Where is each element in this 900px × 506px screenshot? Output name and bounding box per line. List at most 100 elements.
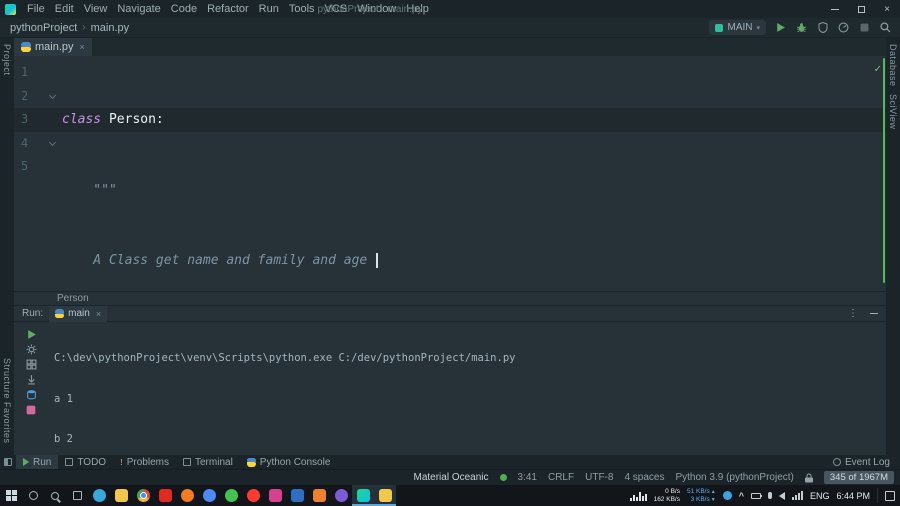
debug-button[interactable] [795, 21, 808, 34]
menu-code[interactable]: Code [166, 0, 202, 18]
upload-speed: 51 KB/s▲ [686, 487, 716, 495]
down-arrow-icon: ▼ [710, 496, 716, 503]
chrome-icon[interactable] [132, 485, 154, 506]
action-center-icon[interactable] [885, 485, 895, 506]
encoding-indicator[interactable]: UTF-8 [585, 472, 613, 483]
event-log-icon [832, 458, 841, 466]
breadcrumb-project[interactable]: pythonProject [8, 22, 79, 34]
firefox-icon[interactable] [176, 485, 198, 506]
tool-window-problems[interactable]: ! Problems [113, 455, 176, 469]
inspections-ok-icon[interactable]: ✓ [874, 62, 881, 75]
tool-window-label: Python Console [259, 456, 331, 468]
opera-icon[interactable] [242, 485, 264, 506]
tool-window-label: Problems [126, 456, 169, 468]
indent-indicator[interactable]: 4 spaces [624, 472, 664, 483]
taskbar-clock[interactable]: 6:44 PM [836, 491, 870, 501]
line-number: 1 [21, 65, 29, 79]
editor-breadcrumb-bar: Person [14, 291, 886, 305]
more-options-icon[interactable]: ⋮ [848, 308, 858, 319]
line-number: 3 [21, 112, 29, 126]
maximize-button[interactable] [848, 0, 874, 18]
run-tab-main[interactable]: main × [49, 305, 108, 322]
close-button[interactable]: × [874, 0, 900, 18]
window-title: pythonProject - main.py [317, 3, 423, 15]
restore-layout-button[interactable] [24, 358, 38, 371]
start-button[interactable] [0, 485, 22, 506]
bluetooth-icon[interactable] [722, 485, 732, 506]
interpreter-indicator[interactable]: Python 3.9 (pythonProject) [675, 472, 793, 483]
tool-window-switcher-icon[interactable] [0, 455, 16, 469]
run-button[interactable] [774, 21, 787, 34]
search-everywhere-icon[interactable] [879, 21, 892, 34]
terminal-icon [183, 458, 191, 466]
rerun-button[interactable] [24, 328, 38, 341]
hide-panel-icon[interactable] [870, 312, 878, 315]
tool-window-run[interactable]: Run [16, 455, 59, 469]
keyboard-language[interactable]: ENG [810, 491, 830, 501]
search-icon[interactable] [44, 485, 66, 506]
whatsapp-icon[interactable] [220, 485, 242, 506]
theme-name[interactable]: Material Oceanic [413, 472, 488, 483]
sidebar-item-project[interactable]: Project [2, 44, 12, 76]
cortana-icon[interactable] [22, 485, 44, 506]
sidebar-item-sciview[interactable]: SciView [888, 94, 898, 129]
time-tracker[interactable]: 3:41 [518, 472, 537, 483]
line-separator-indicator[interactable]: CRLF [548, 472, 574, 483]
instagram-icon[interactable] [264, 485, 286, 506]
viber-icon[interactable] [330, 485, 352, 506]
chevron-down-icon: ▾ [756, 24, 760, 32]
event-log-label: Event Log [844, 456, 890, 468]
lock-icon[interactable] [804, 473, 813, 483]
console-line: C:\dev\pythonProject\venv\Scripts\python… [54, 352, 516, 364]
editor-tab-bar: main.py × [14, 38, 886, 56]
memory-indicator[interactable]: 345 of 1967M [823, 471, 894, 484]
file-explorer-icon[interactable] [110, 485, 132, 506]
youtube-icon[interactable] [154, 485, 176, 506]
run-tab-close-icon[interactable]: × [94, 309, 101, 319]
tab-close-icon[interactable]: × [78, 42, 85, 52]
vlc-icon[interactable] [308, 485, 330, 506]
network-speed-widget-2[interactable]: 51 KB/s▲ 3 KB/s▼ [687, 488, 716, 504]
python-console-icon [246, 457, 256, 467]
menu-view[interactable]: View [79, 0, 113, 18]
explorer-window-icon[interactable] [374, 485, 396, 506]
hidden-icons-chevron-icon[interactable]: ^ [739, 485, 744, 506]
edge-icon[interactable] [88, 485, 110, 506]
network-graph-widget[interactable] [629, 490, 647, 501]
tool-window-terminal[interactable]: Terminal [176, 455, 240, 469]
breadcrumb-file[interactable]: main.py [89, 22, 132, 34]
run-config-selector[interactable]: MAIN ▾ [709, 20, 766, 35]
tool-window-python-console[interactable]: Python Console [240, 455, 338, 469]
settings-gear-icon[interactable] [24, 343, 38, 356]
event-log-button[interactable]: Event Log [832, 456, 900, 468]
breadcrumb-class[interactable]: Person [57, 293, 89, 304]
right-tool-stripe: Database SciView [886, 38, 900, 455]
scroll-to-end-button[interactable] [24, 373, 38, 386]
battery-icon[interactable] [750, 485, 763, 506]
menu-file[interactable]: File [22, 0, 50, 18]
profiler-button[interactable] [837, 21, 850, 34]
pycharm-taskbar-icon[interactable] [352, 485, 374, 506]
console-line: a 1 [54, 392, 73, 405]
network-speed-widget[interactable]: 0 B/s 162 KB/s [654, 488, 680, 504]
code-line-3: A Class get name and family and age [62, 249, 864, 273]
microphone-icon[interactable] [767, 485, 772, 506]
sidebar-item-structure[interactable]: Structure [2, 358, 12, 399]
speaker-icon[interactable] [778, 485, 785, 506]
idm-icon[interactable] [286, 485, 308, 506]
minimize-button[interactable] [822, 0, 848, 18]
clear-output-button[interactable] [24, 403, 38, 416]
tool-window-todo[interactable]: TODO [58, 455, 113, 469]
task-view-icon[interactable] [66, 485, 88, 506]
menu-navigate[interactable]: Navigate [112, 0, 165, 18]
console-settings-button[interactable] [24, 388, 38, 401]
sidebar-item-database[interactable]: Database [888, 44, 898, 87]
coverage-button[interactable] [816, 21, 829, 34]
browser-icon[interactable] [198, 485, 220, 506]
sidebar-item-favorites[interactable]: Favorites [2, 402, 12, 444]
tab-main-py[interactable]: main.py × [14, 38, 92, 56]
menu-edit[interactable]: Edit [50, 0, 79, 18]
stop-button[interactable] [858, 21, 871, 34]
network-icon[interactable] [791, 485, 803, 506]
python-file-icon [55, 309, 65, 318]
